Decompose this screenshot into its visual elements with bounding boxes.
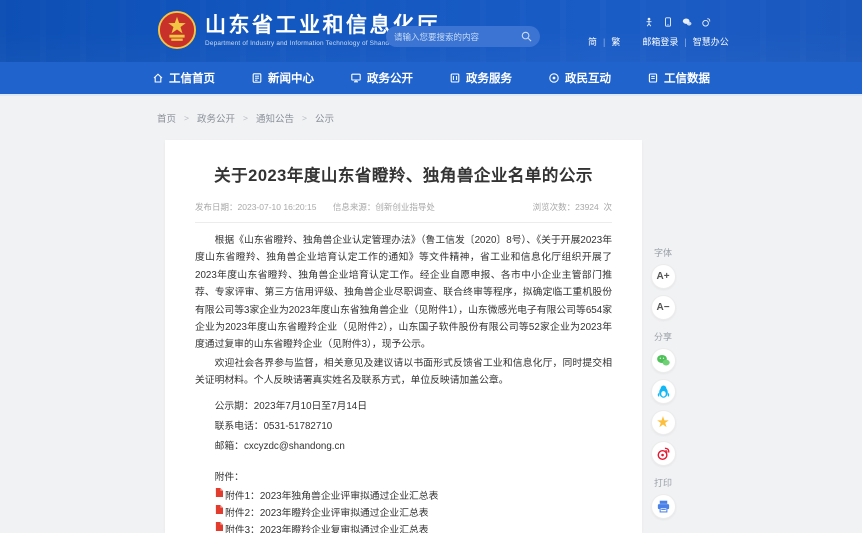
meta-right: 浏览次数：23924 次	[533, 201, 612, 213]
mobile-icon[interactable]	[663, 17, 673, 27]
paragraph: 根据《山东省瞪羚、独角兽企业认定管理办法》（鲁工信发〔2020〕8号）、《关于开…	[195, 232, 612, 354]
views-label: 浏览次数：	[533, 202, 576, 212]
attachments-section: 附件： 附件1：2023年独角兽企业评审拟通过企业汇总表 附件2：2023年瞪羚…	[195, 470, 612, 533]
font-decrease-button[interactable]: A−	[651, 295, 676, 320]
public-notice-period: 公示期：2023年7月10日至7月14日	[195, 397, 612, 417]
attachment-link-3[interactable]: 附件3：2023年瞪羚企业复审拟通过企业汇总表	[215, 524, 612, 533]
views-unit: 次	[603, 202, 612, 212]
nav-label: 工信首页	[169, 70, 215, 86]
contact-phone: 联系电话：0531-51782710	[195, 417, 612, 437]
lang-simplified-link[interactable]: 简	[588, 35, 597, 48]
search-input[interactable]	[394, 32, 521, 42]
font-increase-button[interactable]: A+	[651, 264, 676, 289]
search-box[interactable]	[386, 26, 540, 47]
mail-login-link[interactable]: 邮箱登录	[642, 35, 678, 48]
wechat-icon[interactable]	[682, 17, 692, 27]
nav-item-gov-services[interactable]: 政务服务	[449, 70, 512, 86]
print-label: 打印	[654, 476, 672, 489]
nav-item-news[interactable]: 新闻中心	[251, 70, 314, 86]
page: 山东省工业和信息化厅 Department of Industry and In…	[0, 0, 862, 533]
pdf-icon	[215, 488, 223, 497]
attachment-link-2[interactable]: 附件2：2023年瞪羚企业评审拟通过企业汇总表	[215, 507, 612, 520]
breadcrumb-gov-openness[interactable]: 政务公开	[197, 111, 235, 125]
header-quick-icons	[644, 17, 711, 27]
breadcrumb-separator: >	[243, 113, 248, 123]
side-toolbar: 字体 A+ A− 分享 ★	[643, 242, 683, 525]
share-label: 分享	[654, 330, 672, 343]
attachment-label: 附件3：2023年瞪羚企业复审拟通过企业汇总表	[225, 524, 429, 533]
national-emblem-logo	[158, 11, 196, 49]
weibo-icon[interactable]	[701, 17, 711, 27]
divider: |	[603, 37, 605, 47]
printer-icon	[656, 499, 671, 514]
divider: |	[684, 37, 686, 47]
interaction-icon	[548, 72, 560, 84]
nav-label: 新闻中心	[268, 70, 314, 86]
share-weibo-button[interactable]	[651, 441, 676, 466]
monitor-icon	[350, 72, 362, 84]
share-qzone-button[interactable]: ★	[651, 410, 676, 435]
article-card: 关于2023年度山东省瞪羚、独角兽企业名单的公示 发布日期：2023-07-10…	[165, 140, 642, 533]
home-icon	[152, 72, 164, 84]
news-icon	[251, 72, 263, 84]
pdf-icon	[215, 522, 223, 531]
attachment-link-1[interactable]: 附件1：2023年独角兽企业评审拟通过企业汇总表	[215, 490, 612, 503]
article-meta: 发布日期：2023-07-10 16:20:15 信息来源：创新创业指导处 浏览…	[195, 201, 612, 223]
main-nav: 工信首页 新闻中心 政务公开 政务服务	[0, 62, 862, 96]
qzone-star-icon: ★	[656, 415, 669, 430]
weibo-share-icon	[656, 446, 671, 461]
smart-office-link[interactable]: 智慧办公	[693, 35, 729, 48]
nav-item-public-interaction[interactable]: 政民互动	[548, 70, 611, 86]
lang-traditional-link[interactable]: 繁	[611, 35, 620, 48]
source-label: 信息来源：	[333, 202, 376, 212]
contact-email: 邮箱：cxcyzdc@shandong.cn	[195, 437, 612, 457]
print-button[interactable]	[651, 494, 676, 519]
pdf-icon	[215, 505, 223, 514]
breadcrumb: 首页 > 政务公开 > 通知公告 > 公示	[157, 111, 334, 125]
breadcrumb-home[interactable]: 首页	[157, 111, 176, 125]
attachments-label: 附件：	[195, 470, 612, 486]
paragraph: 欢迎社会各界参与监督，相关意见及建议请以书面形式反馈省工业和信息化厅，同时提交相…	[195, 355, 612, 390]
attachment-label: 附件2：2023年瞪羚企业评审拟通过企业汇总表	[225, 507, 429, 520]
nav-label: 工信数据	[664, 70, 710, 86]
info-source: 信息来源：创新创业指导处	[333, 202, 435, 212]
views-count: 23924	[575, 202, 599, 212]
article-body: 根据《山东省瞪羚、独角兽企业认定管理办法》（鲁工信发〔2020〕8号）、《关于开…	[195, 232, 612, 390]
article-title: 关于2023年度山东省瞪羚、独角兽企业名单的公示	[195, 162, 612, 186]
qq-share-icon	[656, 384, 671, 399]
breadcrumb-notices[interactable]: 通知公告	[256, 111, 294, 125]
nav-item-industry-data[interactable]: 工信数据	[647, 70, 710, 86]
share-qq-button[interactable]	[651, 379, 676, 404]
publish-date: 发布日期：2023-07-10 16:20:15	[195, 202, 316, 212]
search-icon[interactable]	[521, 31, 532, 42]
font-size-label: 字体	[654, 246, 672, 259]
nav-item-home[interactable]: 工信首页	[152, 70, 215, 86]
breadcrumb-separator: >	[302, 113, 307, 123]
accessibility-icon[interactable]	[644, 17, 654, 27]
source-value: 创新创业指导处	[375, 202, 435, 212]
breadcrumb-current: 公示	[315, 111, 334, 125]
publish-date-label: 发布日期：	[195, 202, 238, 212]
breadcrumb-separator: >	[184, 113, 189, 123]
meta-left: 发布日期：2023-07-10 16:20:15 信息来源：创新创业指导处	[195, 201, 449, 213]
wechat-share-icon	[656, 353, 671, 368]
site-header: 山东省工业和信息化厅 Department of Industry and In…	[0, 0, 862, 62]
header-top-links: 简 | 繁 邮箱登录 | 智慧办公	[588, 35, 729, 48]
data-icon	[647, 72, 659, 84]
nav-label: 政务服务	[466, 70, 512, 86]
nav-label: 政务公开	[367, 70, 413, 86]
share-wechat-button[interactable]	[651, 348, 676, 373]
contact-info: 公示期：2023年7月10日至7月14日 联系电话：0531-51782710 …	[195, 397, 612, 457]
nav-label: 政民互动	[565, 70, 611, 86]
nav-item-gov-openness[interactable]: 政务公开	[350, 70, 413, 86]
service-building-icon	[449, 72, 461, 84]
attachment-label: 附件1：2023年独角兽企业评审拟通过企业汇总表	[225, 490, 438, 503]
publish-date-value: 2023-07-10 16:20:15	[238, 202, 317, 212]
